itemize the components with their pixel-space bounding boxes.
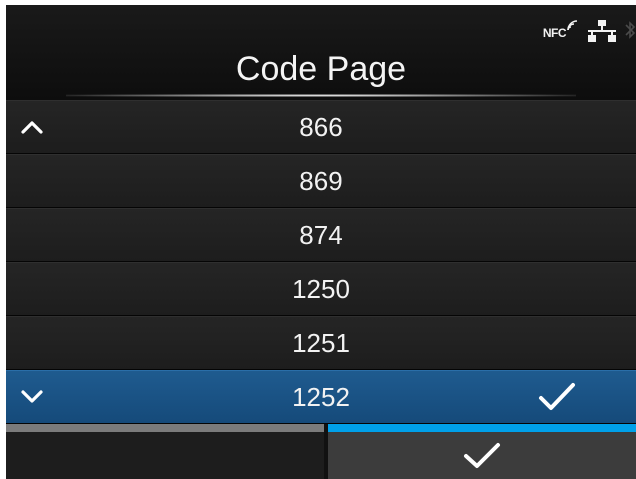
list-item-selected[interactable]: 1252: [6, 370, 636, 424]
title-underline: [66, 94, 576, 97]
selected-check-icon: [539, 383, 575, 410]
nfc-label: NFC: [542, 26, 567, 40]
list-item-label: 1252: [292, 381, 350, 412]
list-item[interactable]: 869: [6, 154, 636, 208]
header: NFC Code Page: [6, 5, 636, 100]
chevron-up-icon[interactable]: [20, 119, 44, 135]
list-item[interactable]: 1250: [6, 262, 636, 316]
back-button[interactable]: [6, 424, 324, 479]
list-item[interactable]: 1251: [6, 316, 636, 370]
list-item-label: 1251: [292, 327, 350, 358]
status-bar: NFC: [543, 13, 636, 53]
list-item-label: 869: [299, 165, 343, 196]
printer-display: NFC Code Page 866 869 874 1250 1251 1252: [6, 5, 636, 479]
network-icon: [588, 19, 616, 47]
list-item[interactable]: 874: [6, 208, 636, 262]
list-item[interactable]: 866: [6, 100, 636, 154]
confirm-button[interactable]: [328, 424, 636, 479]
page-title: Code Page: [235, 50, 407, 88]
bluetooth-icon: [624, 19, 636, 47]
bottom-bar: [6, 424, 636, 479]
nfc-icon: NFC: [542, 20, 580, 40]
list-item-label: 874: [299, 219, 343, 250]
check-icon: [464, 442, 500, 468]
list-item-label: 866: [299, 111, 343, 142]
list-item-label: 1250: [292, 273, 350, 304]
code-page-list: 866 869 874 1250 1251 1252: [6, 100, 636, 424]
chevron-down-icon[interactable]: [20, 389, 44, 405]
